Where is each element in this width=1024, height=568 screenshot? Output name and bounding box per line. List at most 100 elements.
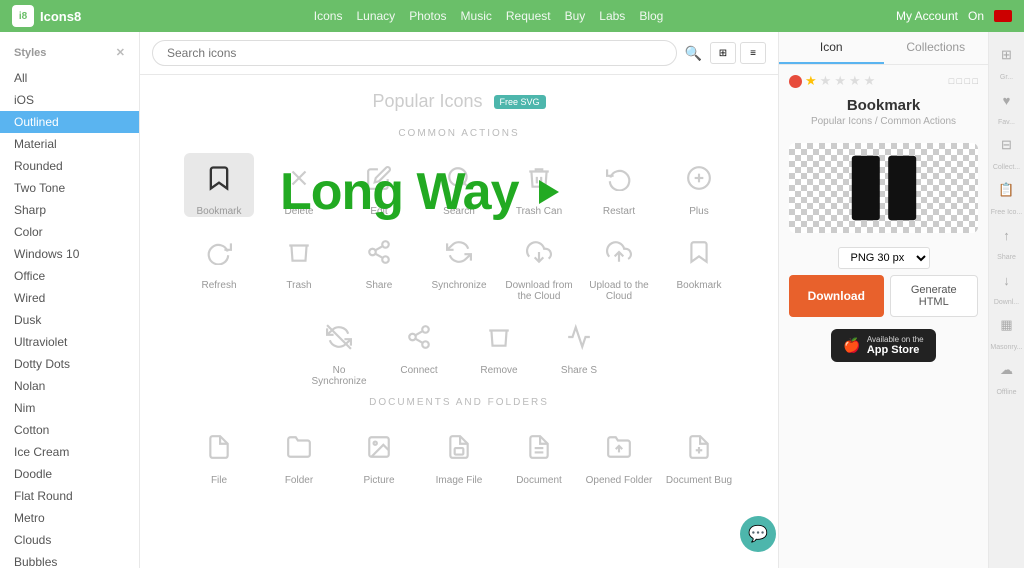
mini-item-download-s[interactable]: ↓ [992,265,1022,295]
sidebar-item-twotone[interactable]: Two Tone [0,177,139,199]
sidebar-item-metro[interactable]: Metro [0,507,139,529]
list-item[interactable]: Delete [264,153,334,217]
chat-bubble[interactable]: 💬 [740,516,776,552]
list-item[interactable]: Share S [544,312,614,387]
color-dot-red[interactable] [789,75,802,88]
list-item[interactable]: Bookmark [664,227,734,302]
format-dropdown[interactable]: PNG 30 px PNG 64 px SVG [838,247,930,269]
sidebar-item-windows10[interactable]: Windows 10 [0,243,139,265]
sidebar-item-dottydots[interactable]: Dotty Dots [0,353,139,375]
mini-item-offline[interactable]: ☁ [992,355,1022,385]
sidebar-item-material[interactable]: Material [0,133,139,155]
nav-link-blog[interactable]: Blog [639,9,663,23]
language-flag[interactable] [994,10,1012,22]
list-item[interactable]: Bookmark [184,153,254,217]
sidebar-item-rounded[interactable]: Rounded [0,155,139,177]
sidebar-item-office[interactable]: Office [0,265,139,287]
panel-icon-name: Bookmark [779,93,988,116]
sidebar-item-ultraviolet[interactable]: Ultraviolet [0,331,139,353]
sidebar-collapse-icon[interactable]: ✕ [116,46,125,59]
list-item[interactable]: Plus [664,153,734,217]
sidebar-item-flatround[interactable]: Flat Round [0,485,139,507]
appstore-button[interactable]: 🍎 Available on the App Store [831,329,935,362]
search-input[interactable] [152,40,677,66]
list-item[interactable]: Restart [584,153,654,217]
list-item[interactable]: Refresh [184,227,254,302]
list-item[interactable]: File [184,422,254,486]
list-item[interactable]: Picture [344,422,414,486]
list-item[interactable]: Search [424,153,494,217]
list-item[interactable]: Trash Can [504,153,574,217]
styles-sidebar: Styles ✕ All iOS Outlined Material Round… [0,32,140,568]
list-item[interactable]: Edit [344,153,414,217]
sidebar-item-clouds[interactable]: Clouds [0,529,139,551]
list-item[interactable]: Folder [264,422,334,486]
list-item[interactable]: Document Bug [664,422,734,486]
nav-link-icons[interactable]: Icons [314,9,343,23]
list-item[interactable]: Document [504,422,574,486]
sidebar-item-bubbles[interactable]: Bubbles [0,551,139,568]
main-layout: Styles ✕ All iOS Outlined Material Round… [0,32,1024,568]
mini-item-grid-label: Gr... [1000,74,1013,81]
sidebar-item-nolan[interactable]: Nolan [0,375,139,397]
list-item[interactable]: Image File [424,422,494,486]
panel-format: PNG 30 px PNG 64 px SVG [779,241,988,275]
panel-tabs: Icon Collections [779,32,988,65]
sidebar-item-all[interactable]: All [0,67,139,89]
star-3: ★ [834,73,846,89]
view-toggle: ⊞ ≡ [710,42,766,64]
sidebar-item-doodle[interactable]: Doodle [0,463,139,485]
nav-link-photos[interactable]: Photos [409,9,446,23]
download-button[interactable]: Download [789,275,884,317]
mini-item-download-s-label: Downl... [994,299,1019,306]
list-item[interactable]: Upload to the Cloud [584,227,654,302]
sidebar-item-wired[interactable]: Wired [0,287,139,309]
tab-collections[interactable]: Collections [884,32,989,64]
sidebar-item-ios[interactable]: iOS [0,89,139,111]
nav-link-request[interactable]: Request [506,9,551,23]
mini-sidebar: ⊞ Gr... ♥ Fav... ⊟ Collect... 📋 Free Ico… [988,32,1024,568]
my-account-link[interactable]: My Account [896,9,958,23]
mini-item-collect[interactable]: ⊟ [992,130,1022,160]
mini-item-freeicons[interactable]: 📋 [992,175,1022,205]
list-view-button[interactable]: ≡ [740,42,766,64]
icons-row-1: Bookmark Delete Edit [160,153,758,217]
list-item[interactable]: Opened Folder [584,422,654,486]
mini-item-favorite[interactable]: ♥ [992,85,1022,115]
mini-item-masonry[interactable]: ▦ [992,310,1022,340]
list-item[interactable]: Remove [464,312,534,387]
generate-html-button[interactable]: Generate HTML [890,275,979,317]
sidebar-item-color[interactable]: Color [0,221,139,243]
tab-icon[interactable]: Icon [779,32,884,64]
sidebar-item-sharp[interactable]: Sharp [0,199,139,221]
edit-label: Edit [370,206,387,217]
list-item[interactable]: Synchronize [424,227,494,302]
plus-icon-box [674,153,724,203]
list-item[interactable]: Download from the Cloud [504,227,574,302]
nav-link-lunacy[interactable]: Lunacy [356,9,395,23]
list-item[interactable]: No Synchronize [304,312,374,387]
trashcan-icon-box [514,153,564,203]
popular-badge: Free SVG [494,95,546,109]
grid-view-button[interactable]: ⊞ [710,42,736,64]
logo[interactable]: i8 Icons8 [12,5,81,27]
sidebar-item-outlined[interactable]: Outlined [0,111,139,133]
list-item[interactable]: Share [344,227,414,302]
sidebar-item-cotton[interactable]: Cotton [0,419,139,441]
list-item[interactable]: Connect [384,312,454,387]
mini-item-grid[interactable]: ⊞ [992,40,1022,70]
star-4: ★ [849,73,861,89]
nav-link-music[interactable]: Music [461,9,492,23]
panel-ratings: ★ ★ ★ ★ ★ □ □ □ □ [779,65,988,93]
sidebar-item-icecream[interactable]: Ice Cream [0,441,139,463]
bookmark-label: Bookmark [196,206,241,217]
search-icon[interactable]: 🔍 [685,45,702,62]
nav-link-buy[interactable]: Buy [565,9,586,23]
sidebar-item-nim[interactable]: Nim [0,397,139,419]
nav-link-labs[interactable]: Labs [599,9,625,23]
appstore-badge[interactable]: 🍎 Available on the App Store [779,325,988,370]
list-item[interactable]: Trash [264,227,334,302]
mini-item-share[interactable]: ↑ [992,220,1022,250]
sidebar-item-dusk[interactable]: Dusk [0,309,139,331]
documents-header: DOCUMENTS AND FOLDERS [160,397,758,408]
